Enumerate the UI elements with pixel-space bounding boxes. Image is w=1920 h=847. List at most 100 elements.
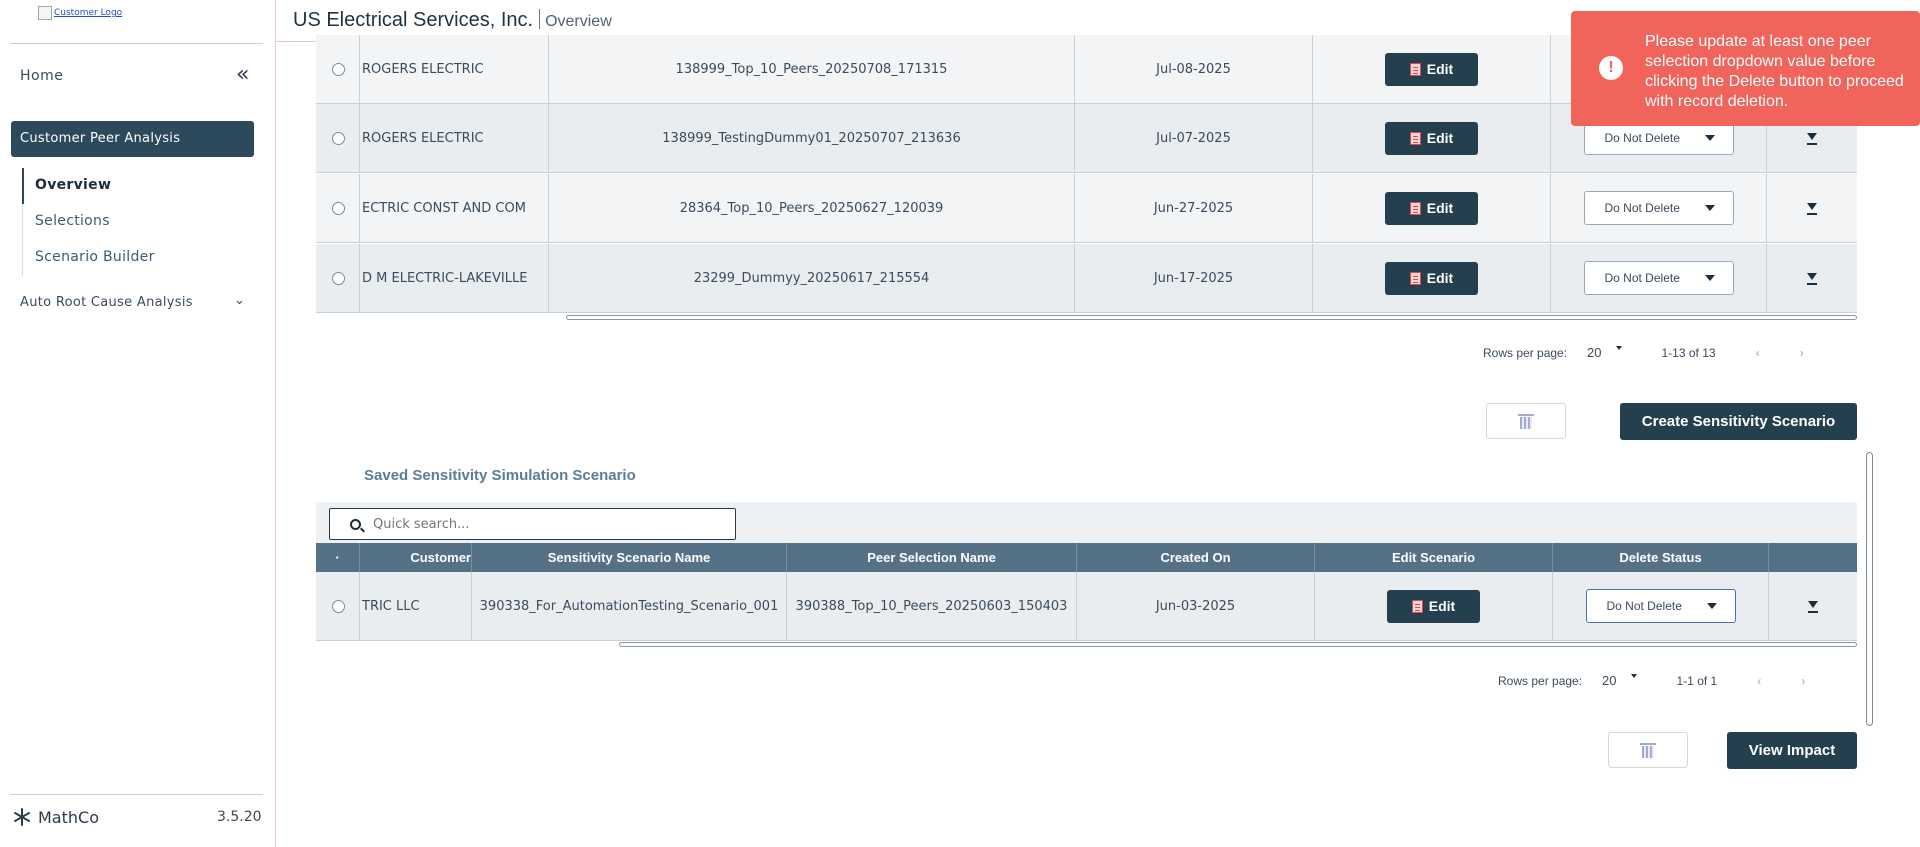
document-icon (1409, 62, 1421, 76)
sidebar-item-auto-root-cause-analysis[interactable]: Auto Root Cause Analysis (20, 295, 193, 310)
delete-status-select[interactable]: Do Not Delete (1583, 191, 1734, 225)
customer-cell: ECTRIC CONST AND COM (360, 174, 549, 242)
delete-button[interactable] (1486, 403, 1566, 439)
trash-icon (1518, 413, 1534, 429)
prev-page-icon[interactable]: ‹ (1757, 674, 1761, 688)
edit-button[interactable]: Edit (1385, 52, 1478, 86)
create-sensitivity-scenario-button[interactable]: Create Sensitivity Scenario (1620, 403, 1857, 440)
sidebar-subnav: Overview Selections Scenario Builder (22, 168, 155, 276)
caret-down-icon (1704, 205, 1715, 211)
peer-name-cell: 138999_TestingDummy01_20250707_213636 (549, 104, 1075, 172)
collapse-sidebar-icon[interactable]: « (236, 64, 249, 86)
edit-button[interactable]: Edit (1387, 589, 1480, 623)
vertical-scrollbar[interactable] (1866, 452, 1873, 726)
caret-down-icon (1704, 275, 1715, 281)
rows-per-page-select[interactable]: 20 (1602, 673, 1616, 688)
delete-status-value: Do Not Delete (1604, 201, 1680, 215)
download-cell (1767, 244, 1857, 312)
peer-name-cell: 23299_Dummyy_20250617_215554 (549, 244, 1075, 312)
status-cell: Do Not Delete (1551, 244, 1767, 312)
column-header-scenario-name[interactable]: Sensitivity Scenario Name (472, 543, 787, 572)
caret-down-icon (1704, 135, 1715, 141)
column-header-edit: Edit Scenario (1315, 543, 1553, 572)
app-root: Customer Logo Home « Customer Peer Analy… (0, 0, 1920, 847)
peer-name-cell: 138999_Top_10_Peers_20250708_171315 (549, 35, 1075, 103)
edit-button[interactable]: Edit (1385, 261, 1478, 295)
delete-status-value: Do Not Delete (1604, 131, 1680, 145)
table-row[interactable]: D M ELECTRIC-LAKEVILLE 23299_Dummyy_2025… (316, 244, 1857, 313)
status-cell: Do Not Delete (1551, 174, 1767, 242)
sidebar-item-customer-peer-analysis[interactable]: Customer Peer Analysis (11, 121, 254, 157)
column-header-select: · (316, 543, 360, 572)
horizontal-scrollbar[interactable] (566, 315, 1857, 320)
next-page-icon[interactable]: › (1801, 674, 1805, 688)
row-radio[interactable] (332, 271, 345, 285)
sidebar-item-home[interactable]: Home (20, 68, 63, 84)
search-input[interactable] (373, 516, 703, 532)
sidebar-item-scenario-builder[interactable]: Scenario Builder (22, 240, 155, 276)
peer-name-cell: 390388_Top_10_Peers_20250603_150403 (787, 572, 1077, 640)
rows-per-page-select[interactable]: 20 (1587, 345, 1601, 360)
delete-status-select[interactable]: Do Not Delete (1583, 261, 1734, 295)
view-impact-button[interactable]: View Impact (1727, 732, 1857, 769)
document-icon (1409, 131, 1421, 145)
row-radio[interactable] (332, 599, 345, 613)
quick-search-field[interactable] (329, 508, 736, 540)
sidebar-divider-top (10, 43, 263, 44)
delete-status-select[interactable]: Do Not Delete (1583, 121, 1734, 155)
customer-logo-alt: Customer Logo (54, 8, 123, 18)
edit-cell: Edit (1313, 244, 1551, 312)
table-row[interactable]: ECTRIC CONST AND COM 28364_Top_10_Peers_… (316, 174, 1857, 243)
delete-button[interactable] (1608, 732, 1688, 768)
edit-button[interactable]: Edit (1385, 191, 1478, 225)
chevron-down-icon[interactable]: ⌄ (234, 293, 245, 308)
row-radio[interactable] (332, 62, 345, 76)
column-header-customer[interactable]: Customer (360, 543, 472, 572)
row-select-cell (316, 174, 360, 242)
column-header-created[interactable]: Created On (1077, 543, 1315, 572)
column-header-peer-name[interactable]: Peer Selection Name (787, 543, 1077, 572)
company-name: US Electrical Services, Inc. (293, 9, 534, 31)
caret-down-icon[interactable] (1630, 673, 1637, 678)
pagination: Rows per page: 20 1-13 of 13 ‹ › (1483, 345, 1804, 360)
peer-name-cell: 28364_Top_10_Peers_20250627_120039 (549, 174, 1075, 242)
error-toast[interactable]: ! Please update at least one peer select… (1571, 11, 1920, 126)
download-icon[interactable] (1807, 599, 1819, 613)
toast-message: Please update at least one peer selectio… (1645, 33, 1904, 110)
document-icon (1409, 271, 1421, 285)
broken-image-icon (38, 6, 52, 20)
table-row[interactable]: TRIC LLC 390338_For_AutomationTesting_Sc… (316, 572, 1857, 641)
prev-page-icon[interactable]: ‹ (1756, 346, 1760, 360)
page-range: 1-1 of 1 (1676, 673, 1718, 688)
row-select-cell (316, 104, 360, 172)
row-select-cell (316, 35, 360, 103)
created-cell: Jun-27-2025 (1075, 174, 1313, 242)
brand-name: MathCo (38, 807, 99, 827)
edit-cell: Edit (1313, 104, 1551, 172)
column-header-download (1769, 543, 1857, 572)
delete-status-value: Do Not Delete (1606, 599, 1682, 613)
next-page-icon[interactable]: › (1800, 346, 1804, 360)
sidebar: Customer Logo Home « Customer Peer Analy… (0, 0, 276, 847)
download-icon[interactable] (1806, 201, 1818, 215)
document-icon (1409, 201, 1421, 215)
edit-label: Edit (1426, 270, 1454, 286)
row-radio[interactable] (332, 201, 345, 215)
horizontal-scrollbar[interactable] (619, 642, 1857, 647)
edit-button[interactable]: Edit (1385, 121, 1478, 155)
row-radio[interactable] (332, 131, 345, 145)
created-cell: Jun-03-2025 (1077, 572, 1315, 640)
download-icon[interactable] (1806, 271, 1818, 285)
customer-cell: D M ELECTRIC-LAKEVILLE (360, 244, 549, 312)
sidebar-item-overview[interactable]: Overview (22, 168, 155, 204)
sidebar-item-selections[interactable]: Selections (22, 204, 155, 240)
page-title: US Electrical Services, Inc. Overview (293, 9, 612, 32)
delete-status-select[interactable]: Do Not Delete (1585, 589, 1736, 623)
rows-per-page-label: Rows per page: (1483, 345, 1568, 360)
download-icon[interactable] (1806, 131, 1818, 145)
row-select-cell (316, 572, 360, 640)
download-cell (1767, 174, 1857, 242)
caret-down-icon[interactable] (1615, 345, 1622, 350)
section-title: Saved Sensitivity Simulation Scenario (364, 467, 636, 484)
sidebar-divider-bottom (10, 794, 263, 795)
